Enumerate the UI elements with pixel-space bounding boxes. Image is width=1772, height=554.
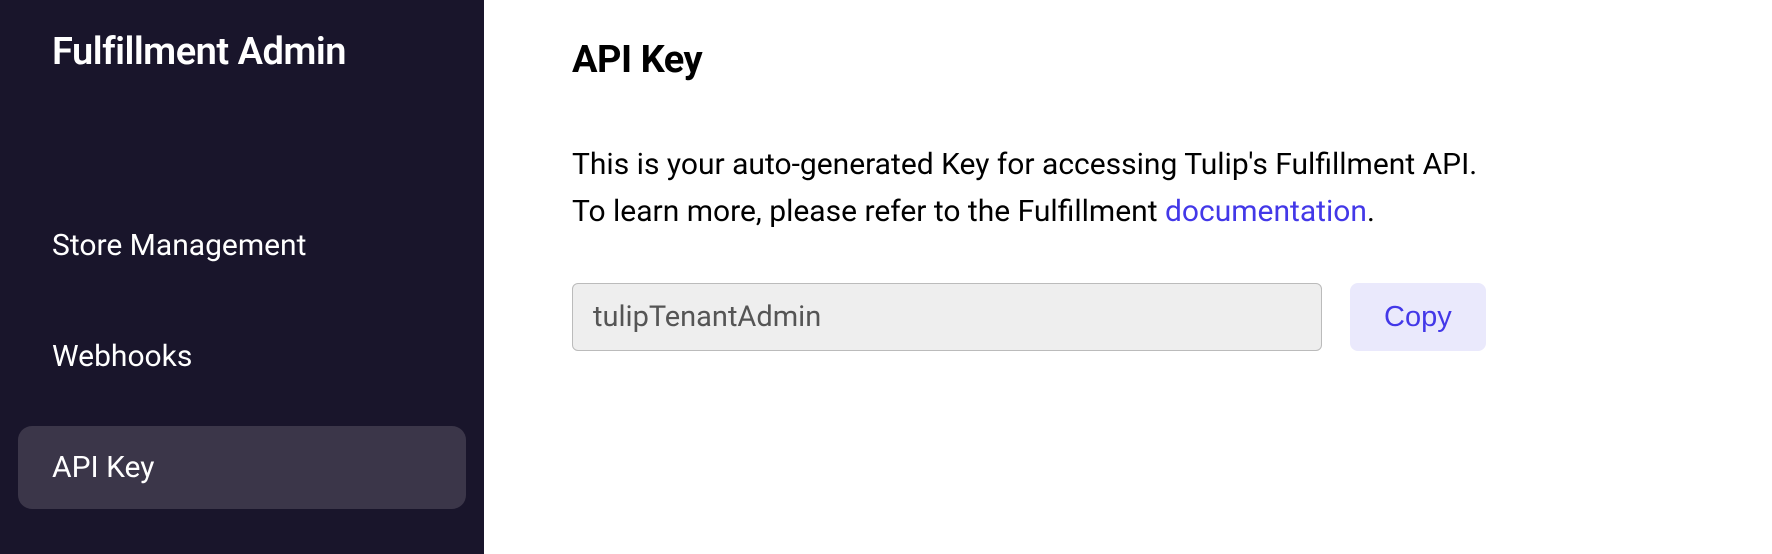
description-line1: This is your auto-generated Key for acce… — [572, 147, 1477, 182]
page-title: API Key — [572, 38, 1684, 82]
description-line2-prefix: To learn more, please refer to the Fulfi… — [572, 194, 1165, 229]
sidebar-item-store-management[interactable]: Store Management — [18, 204, 466, 287]
sidebar: Fulfillment Admin Store Management Webho… — [0, 0, 484, 554]
sidebar-title: Fulfillment Admin — [0, 30, 484, 74]
api-key-description: This is your auto-generated Key for acce… — [572, 142, 1684, 235]
sidebar-item-api-key[interactable]: API Key — [18, 426, 466, 509]
copy-button[interactable]: Copy — [1350, 283, 1486, 351]
api-key-row: Copy — [572, 283, 1684, 351]
sidebar-nav: Store Management Webhooks API Key — [0, 204, 484, 509]
main-content: API Key This is your auto-generated Key … — [484, 0, 1772, 554]
sidebar-item-webhooks[interactable]: Webhooks — [18, 315, 466, 398]
api-key-input[interactable] — [572, 283, 1322, 351]
description-line2-suffix: . — [1367, 194, 1375, 229]
sidebar-item-label: Store Management — [52, 228, 306, 263]
documentation-link[interactable]: documentation — [1165, 194, 1367, 229]
sidebar-item-label: Webhooks — [52, 339, 192, 374]
sidebar-item-label: API Key — [52, 450, 154, 485]
